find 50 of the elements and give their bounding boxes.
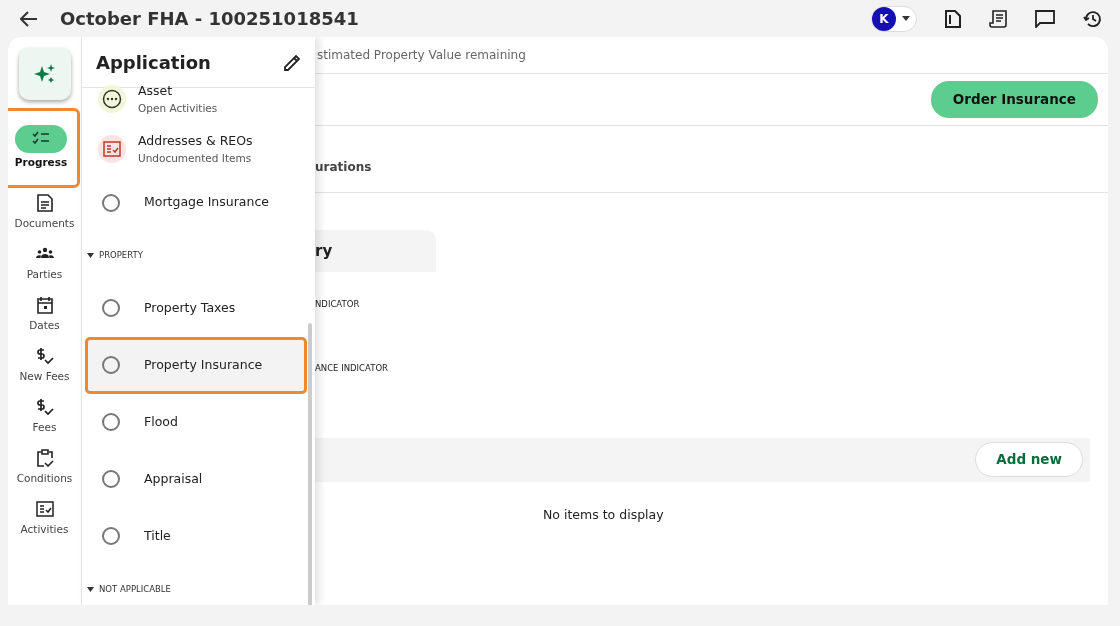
caret-icon [87, 252, 94, 258]
chat-icon[interactable] [1035, 9, 1055, 28]
order-insurance-button[interactable]: Order Insurance [930, 81, 1098, 118]
checklist-item[interactable]: Asset Open Activities [82, 74, 315, 124]
document-icon[interactable] [945, 9, 961, 28]
panel-title: Application [96, 50, 211, 75]
checklist-item[interactable]: Property Insurance [85, 336, 307, 394]
empty-message: No items to display [543, 506, 664, 522]
caret-icon [87, 586, 94, 592]
calendar-icon [35, 296, 54, 314]
nav-item[interactable]: Activities [8, 498, 81, 549]
add-new-button[interactable]: Add new [975, 442, 1083, 477]
section-toggle[interactable]: PROPERTY [82, 231, 143, 280]
assistant-button[interactable] [18, 48, 71, 100]
field-label: ANCE INDICATOR [315, 362, 388, 373]
nav-item[interactable]: Parties [8, 243, 81, 294]
radio-circle [102, 193, 120, 212]
nav-item[interactable]: Fees [8, 396, 81, 447]
radio-circle [102, 527, 120, 546]
dollar-check-icon [35, 398, 54, 416]
document-icon [35, 194, 54, 212]
sparkle-icon [33, 63, 56, 85]
nav-item[interactable]: Progress [8, 108, 80, 188]
checklist-icon [103, 140, 121, 158]
radio-circle [102, 356, 120, 375]
history-icon[interactable] [1083, 9, 1102, 28]
clipboard-check-icon [35, 449, 54, 467]
checklist-item[interactable]: Addresses & REOs Undocumented Items [82, 124, 315, 174]
caret-icon [902, 16, 910, 21]
nav-item[interactable]: Conditions [8, 447, 81, 498]
avatar: K [872, 6, 896, 31]
checklist-icon [35, 500, 54, 518]
back-arrow-icon[interactable] [20, 10, 38, 27]
section-header: ry [315, 230, 436, 272]
notice-text: stimated Property Value remaining [317, 47, 526, 64]
radio-circle [102, 413, 120, 432]
receipt-icon[interactable] [989, 9, 1007, 28]
nav-item[interactable]: Dates [8, 294, 81, 345]
edit-icon[interactable] [284, 53, 301, 71]
user-menu[interactable]: K [871, 5, 917, 32]
radio-circle [102, 299, 120, 318]
radio-circle [102, 470, 120, 489]
nav-item[interactable]: New Fees [8, 345, 81, 396]
tab[interactable]: urations [315, 160, 372, 174]
loan-title: October FHA - 100251018541 [60, 7, 359, 31]
field-label: NDICATOR [315, 299, 360, 309]
nav-item[interactable]: Documents [8, 192, 81, 243]
checklist-item[interactable]: Mortgage Insurance [82, 174, 315, 231]
dollar-check-icon [35, 347, 54, 365]
section-toggle[interactable]: NOT APPLICABLE [82, 564, 171, 605]
